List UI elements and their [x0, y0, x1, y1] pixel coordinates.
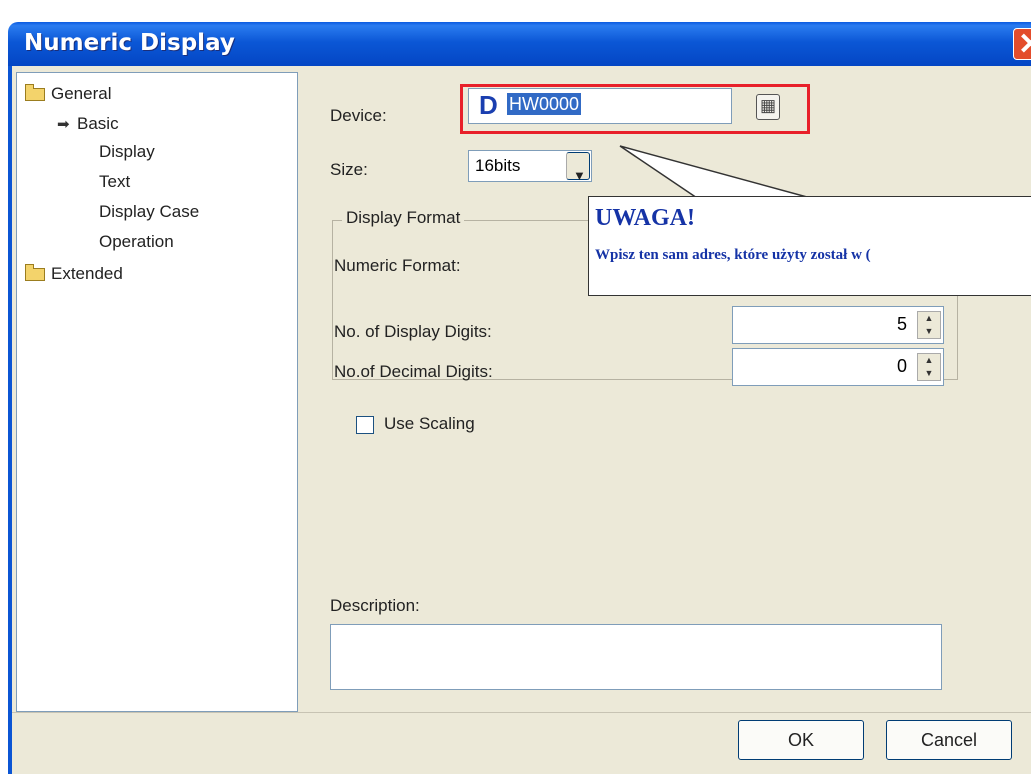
ok-button[interactable]: OK	[738, 720, 864, 760]
callout-pointer-mask	[701, 197, 817, 201]
cancel-button[interactable]: Cancel	[886, 720, 1012, 760]
